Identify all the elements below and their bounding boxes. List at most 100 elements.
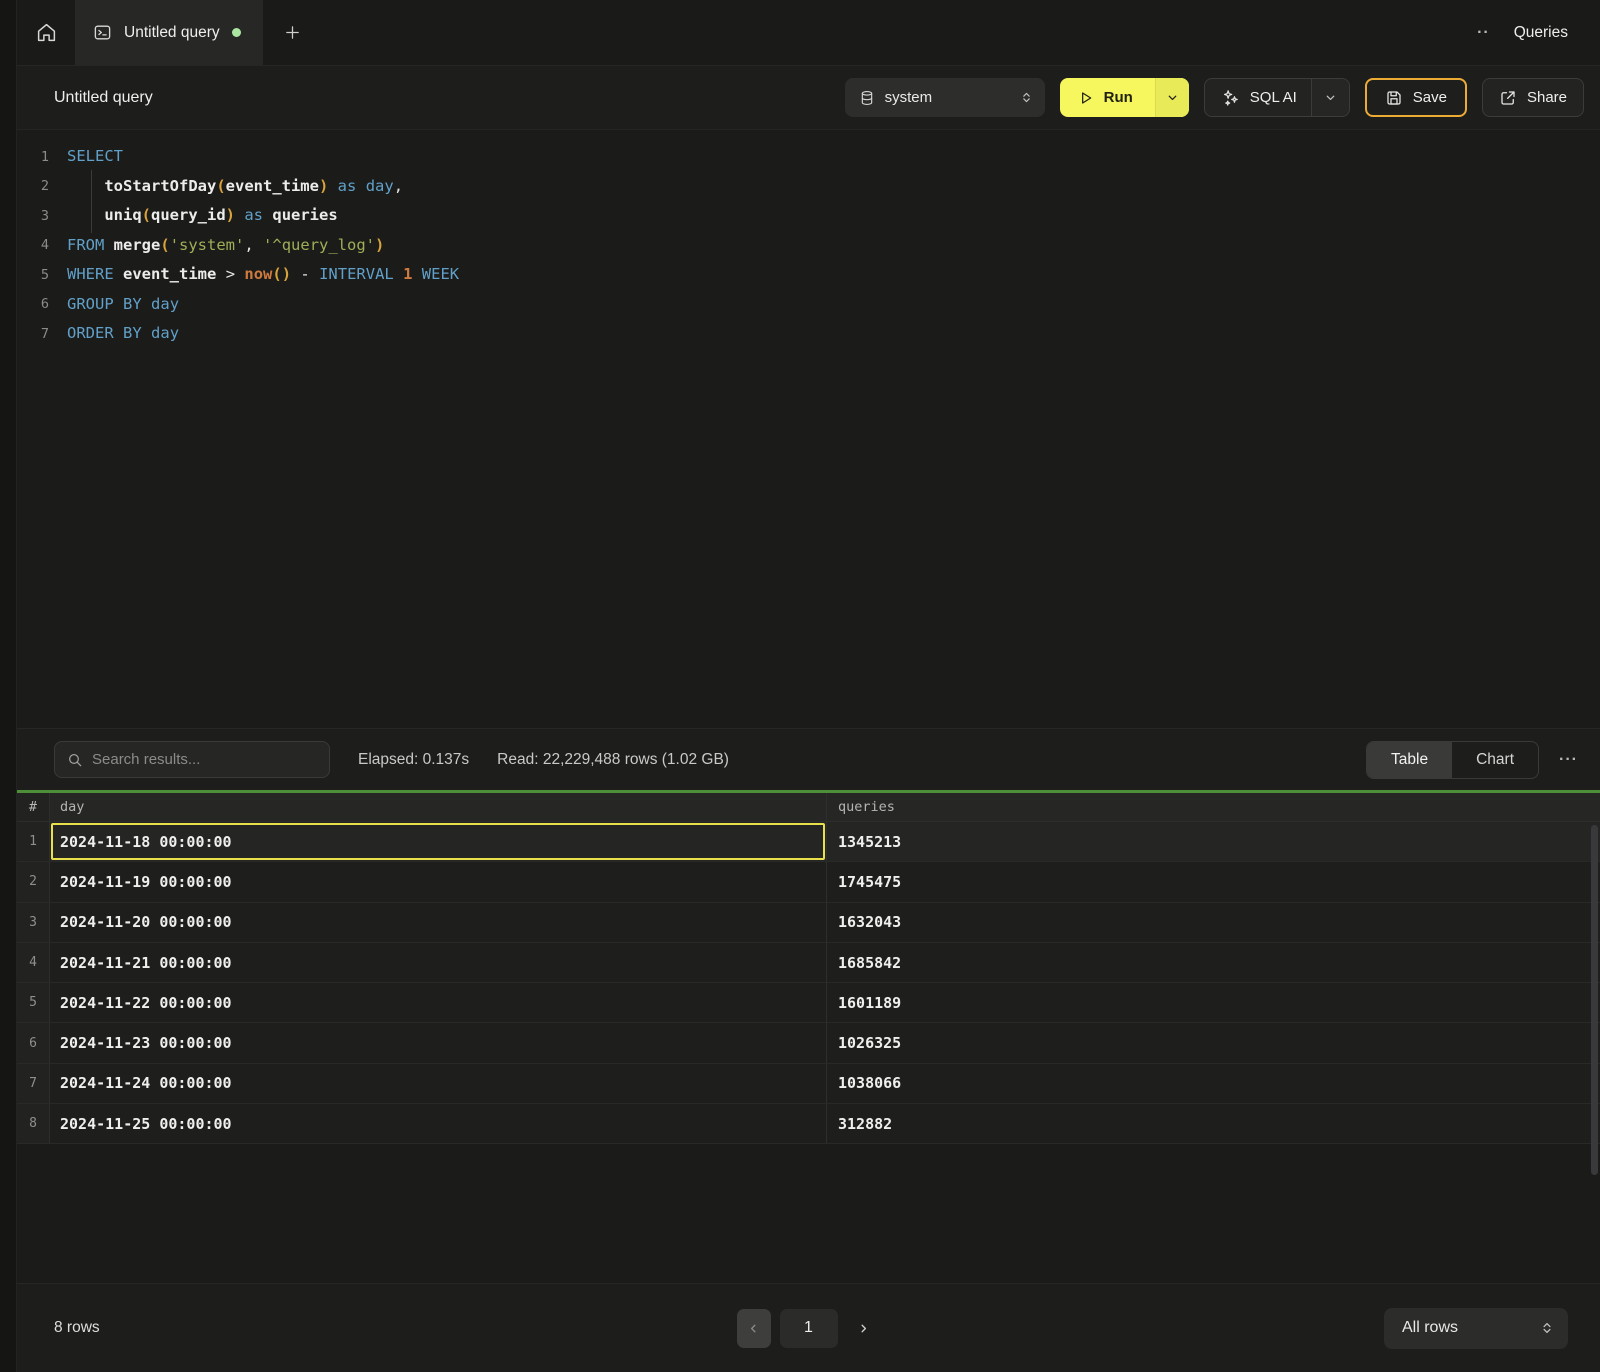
line-number: 1: [17, 149, 67, 165]
day-value: 2024-11-25 00:00:00: [60, 1115, 232, 1133]
code-text: WHERE event_time > now() - INTERVAL 1 WE…: [67, 260, 459, 290]
queries-cell[interactable]: 1632043: [826, 903, 1600, 942]
table-scrollbar[interactable]: [1591, 825, 1598, 1175]
code-line[interactable]: 2 toStartOfDay(event_time) as day,: [17, 172, 1600, 202]
queries-cell[interactable]: 1038066: [826, 1064, 1600, 1103]
day-value: 2024-11-21 00:00:00: [60, 954, 232, 972]
code-line[interactable]: 1SELECT: [17, 142, 1600, 172]
queries-nav-link[interactable]: Queries: [1514, 24, 1568, 42]
tabbar-more-icon[interactable]: ··: [1477, 24, 1490, 42]
table-header: # day queries: [17, 793, 1600, 822]
row-index: 5: [17, 983, 50, 1022]
new-tab-button[interactable]: [263, 0, 323, 65]
save-button[interactable]: Save: [1365, 78, 1467, 117]
search-icon: [67, 752, 83, 768]
code-text: FROM merge('system', '^query_log'): [67, 231, 384, 261]
day-cell[interactable]: 2024-11-20 00:00:00: [50, 903, 826, 942]
table-row[interactable]: 5 2024-11-22 00:00:00 1601189: [17, 983, 1600, 1023]
view-toggle: Table Chart: [1366, 741, 1539, 779]
line-number: 4: [17, 237, 67, 253]
run-button[interactable]: Run: [1060, 78, 1155, 117]
database-select-value: system: [885, 89, 1010, 106]
tab-label: Untitled query: [124, 24, 220, 42]
code-text: uniq(query_id) as queries: [67, 201, 338, 231]
search-results-input[interactable]: [92, 751, 317, 768]
unsaved-changes-dot: [232, 28, 241, 37]
day-cell[interactable]: 2024-11-22 00:00:00: [50, 983, 826, 1022]
play-icon: [1078, 90, 1094, 106]
day-value: 2024-11-24 00:00:00: [60, 1074, 232, 1092]
code-line[interactable]: 5WHERE event_time > now() - INTERVAL 1 W…: [17, 260, 1600, 290]
day-cell[interactable]: 2024-11-23 00:00:00: [50, 1023, 826, 1062]
run-button-label: Run: [1104, 89, 1133, 106]
day-column-header[interactable]: day: [50, 793, 826, 821]
view-toggle-chart[interactable]: Chart: [1452, 742, 1538, 778]
code-text: toStartOfDay(event_time) as day,: [67, 172, 403, 202]
day-cell[interactable]: 2024-11-25 00:00:00: [50, 1104, 826, 1143]
queries-cell[interactable]: 1345213: [826, 822, 1600, 861]
code-line[interactable]: 6GROUP BY day: [17, 290, 1600, 320]
queries-column-header[interactable]: queries: [826, 793, 1600, 821]
table-row[interactable]: 12024-11-18 00:00:001345213: [17, 822, 1600, 862]
results-area: # day queries 12024-11-18 00:00:00134521…: [17, 793, 1600, 1283]
table-row[interactable]: 62024-11-23 00:00:001026325: [17, 1023, 1600, 1063]
pagination: 1: [737, 1309, 881, 1348]
page-size-select[interactable]: All rows: [1384, 1308, 1568, 1349]
sql-editor[interactable]: 1SELECT2 toStartOfDay(event_time) as day…: [17, 130, 1600, 728]
code-line[interactable]: 7ORDER BY day: [17, 319, 1600, 349]
day-cell[interactable]: 2024-11-18 00:00:00: [50, 822, 826, 861]
sql-ai-options-button[interactable]: [1311, 79, 1349, 116]
page-size-value: All rows: [1402, 1319, 1540, 1337]
row-index: 7: [17, 1064, 50, 1103]
view-toggle-table[interactable]: Table: [1367, 742, 1452, 778]
save-button-label: Save: [1413, 89, 1447, 106]
day-cell[interactable]: 2024-11-21 00:00:00: [50, 943, 826, 982]
home-icon: [36, 22, 57, 43]
queries-value: 1038066: [838, 1074, 901, 1092]
day-value: 2024-11-22 00:00:00: [60, 994, 232, 1012]
code-line[interactable]: 4FROM merge('system', '^query_log'): [17, 231, 1600, 261]
day-cell[interactable]: 2024-11-24 00:00:00: [50, 1064, 826, 1103]
next-page-button[interactable]: [847, 1309, 881, 1348]
select-chevrons-icon: [1540, 1320, 1554, 1336]
queries-value: 1026325: [838, 1034, 901, 1052]
query-title: Untitled query: [54, 89, 153, 107]
queries-value: 312882: [838, 1115, 892, 1133]
table-row[interactable]: 22024-11-19 00:00:001745475: [17, 862, 1600, 902]
queries-cell[interactable]: 1026325: [826, 1023, 1600, 1062]
sql-console-window: Untitled query ·· Queries Untitled query: [0, 0, 1600, 1372]
day-cell[interactable]: 2024-11-19 00:00:00: [50, 862, 826, 901]
home-button[interactable]: [17, 0, 75, 65]
table-row[interactable]: 82024-11-25 00:00:00312882: [17, 1104, 1600, 1144]
line-number: 3: [17, 208, 67, 224]
table-row[interactable]: 32024-11-20 00:00:001632043: [17, 903, 1600, 943]
chevron-left-icon: [747, 1322, 760, 1335]
table-row[interactable]: 7 2024-11-24 00:00:00 1038066: [17, 1064, 1600, 1104]
run-options-button[interactable]: [1155, 78, 1189, 117]
chevron-down-icon: [1324, 91, 1337, 104]
queries-cell[interactable]: 312882: [826, 1104, 1600, 1143]
current-page-button[interactable]: 1: [780, 1309, 838, 1348]
elapsed-stat: Elapsed: 0.137s: [358, 751, 469, 769]
database-select[interactable]: system: [845, 78, 1045, 117]
queries-value: 1601189: [838, 994, 901, 1012]
code-line[interactable]: 3 uniq(query_id) as queries: [17, 201, 1600, 231]
share-button[interactable]: Share: [1482, 78, 1584, 117]
queries-cell[interactable]: 1601189: [826, 983, 1600, 1022]
results-footer: 8 rows 1 All rows: [17, 1283, 1600, 1372]
sql-ai-button[interactable]: SQL AI: [1205, 79, 1311, 116]
table-row[interactable]: 42024-11-21 00:00:001685842: [17, 943, 1600, 983]
share-icon: [1499, 89, 1517, 107]
table-body: 12024-11-18 00:00:00134521322024-11-19 0…: [17, 822, 1600, 1144]
queries-cell[interactable]: 1745475: [826, 862, 1600, 901]
prev-page-button[interactable]: [737, 1309, 771, 1348]
queries-value: 1745475: [838, 873, 901, 891]
results-more-icon[interactable]: ···: [1559, 751, 1578, 769]
code-text: SELECT: [67, 142, 123, 172]
read-stat: Read: 22,229,488 rows (1.02 GB): [497, 751, 729, 769]
day-value: 2024-11-20 00:00:00: [60, 913, 232, 931]
search-results-box[interactable]: [54, 741, 330, 778]
left-rail: [0, 0, 17, 1372]
tab-untitled-query[interactable]: Untitled query: [75, 0, 263, 65]
queries-cell[interactable]: 1685842: [826, 943, 1600, 982]
